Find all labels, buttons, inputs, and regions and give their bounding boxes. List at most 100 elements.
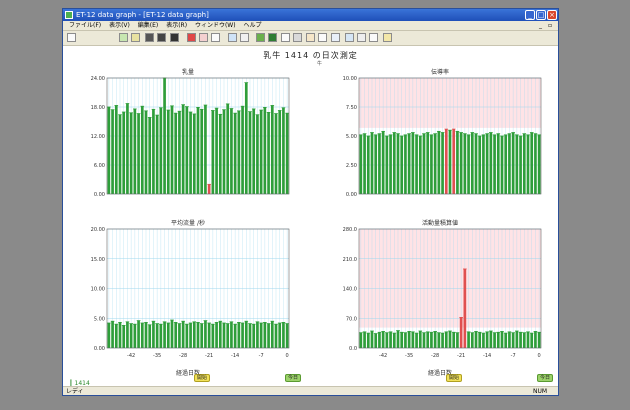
bar xyxy=(508,133,511,194)
bar xyxy=(118,322,122,348)
doc-icon[interactable] xyxy=(345,33,354,42)
close-button[interactable]: × xyxy=(547,10,557,20)
bar xyxy=(437,332,441,348)
open-icon[interactable] xyxy=(119,33,128,42)
today-marker-right[interactable]: 今日 xyxy=(537,374,554,382)
cow-icon[interactable] xyxy=(256,33,265,42)
doc2-icon[interactable] xyxy=(357,33,366,42)
bar xyxy=(114,105,118,194)
menu-file[interactable]: ファイル(F) xyxy=(69,21,101,30)
bar xyxy=(418,331,422,348)
bar xyxy=(129,112,133,194)
bar xyxy=(366,136,370,194)
y-tick-label: 0.00 xyxy=(346,192,357,198)
mdi-minimize-icon[interactable]: _ xyxy=(539,21,542,30)
bar xyxy=(189,112,192,194)
bar xyxy=(170,320,174,348)
y-tick-label: 10.00 xyxy=(343,76,357,82)
pen-icon[interactable] xyxy=(281,33,290,42)
bar xyxy=(282,322,285,348)
x-axis-label-left: 経過日数 xyxy=(175,370,200,377)
save-icon[interactable] xyxy=(145,33,154,42)
maximize-button[interactable]: □ xyxy=(536,10,546,20)
bar xyxy=(530,333,534,348)
bar xyxy=(400,332,404,348)
bar xyxy=(237,110,241,194)
bar xyxy=(359,134,363,194)
bar xyxy=(241,106,244,194)
bar xyxy=(381,131,385,194)
menu-view[interactable]: 表示(V) xyxy=(109,21,130,30)
calendar-icon[interactable] xyxy=(331,33,340,42)
bar xyxy=(511,332,515,348)
bar xyxy=(252,108,256,194)
bar xyxy=(118,114,122,194)
bar xyxy=(463,133,467,194)
flag-icon[interactable] xyxy=(187,33,196,42)
status-left: レディ xyxy=(66,388,84,395)
bar xyxy=(148,324,152,348)
bar xyxy=(415,333,418,348)
bar xyxy=(452,129,456,194)
copy-icon[interactable] xyxy=(369,33,378,42)
bar xyxy=(430,134,433,194)
menu-display[interactable]: 表示(R) xyxy=(166,21,187,30)
help-icon[interactable] xyxy=(383,33,392,42)
bar xyxy=(252,324,256,348)
print-icon[interactable] xyxy=(170,33,179,42)
x-tick-label: -7 xyxy=(511,353,516,359)
bar xyxy=(274,113,278,194)
y-tick-label: 5.00 xyxy=(94,316,105,322)
grid-chart-icon[interactable] xyxy=(240,33,249,42)
bar xyxy=(263,322,267,348)
chart-title-activity: 活動量積算値 xyxy=(421,220,458,227)
bar xyxy=(500,331,504,348)
menu-window[interactable]: ウィンドウ(W) xyxy=(195,21,236,30)
title-bar: ET-12 data graph - [ET-12 data graph] _ … xyxy=(63,9,558,21)
bar xyxy=(456,332,459,348)
bar xyxy=(392,132,396,194)
y-tick-label: 70.0 xyxy=(346,316,357,322)
bar xyxy=(437,131,441,194)
today-marker-left[interactable]: 今日 xyxy=(285,374,302,382)
home-icon[interactable] xyxy=(306,33,315,42)
tag-icon[interactable] xyxy=(268,33,277,42)
mdi-close-icon[interactable]: × xyxy=(557,21,558,30)
bar xyxy=(204,105,207,194)
star-icon[interactable] xyxy=(318,33,327,42)
menu-edit[interactable]: 編集(E) xyxy=(138,21,158,30)
bar xyxy=(526,331,530,348)
minimize-button[interactable]: _ xyxy=(525,10,535,20)
bar xyxy=(111,321,114,348)
status-bar: レディ NUM xyxy=(63,386,558,395)
bar xyxy=(248,323,252,348)
bar xyxy=(489,331,493,348)
bar xyxy=(526,134,530,194)
bar xyxy=(226,103,230,194)
event-marker-right[interactable]: 開始 xyxy=(446,374,463,382)
x-tick-label: -21 xyxy=(205,353,213,359)
x-tick-label: -35 xyxy=(153,353,161,359)
x-tick-label: -14 xyxy=(483,353,491,359)
event-marker-left[interactable]: 開始 xyxy=(194,374,211,382)
bar-chart-icon[interactable] xyxy=(228,33,237,42)
bar xyxy=(140,106,144,194)
ruler-icon[interactable] xyxy=(211,33,220,42)
undo-icon[interactable] xyxy=(199,33,208,42)
bar xyxy=(381,331,385,348)
bar xyxy=(222,109,226,194)
bar xyxy=(537,332,541,348)
disk-icon[interactable] xyxy=(157,33,166,42)
menu-help[interactable]: ヘルプ xyxy=(244,21,262,30)
folder-icon[interactable] xyxy=(131,33,140,42)
bar xyxy=(133,108,137,194)
table-icon[interactable] xyxy=(293,33,302,42)
bar xyxy=(200,323,204,348)
bar xyxy=(522,332,526,348)
x-tick-label: -14 xyxy=(231,353,239,359)
bar xyxy=(163,78,166,194)
toolbar xyxy=(63,31,558,46)
y-tick-label: 10.00 xyxy=(91,287,105,293)
mdi-restore-icon[interactable]: ▫ xyxy=(548,21,552,30)
activity-chart: 0.0 70.0 140.0 210.0 280.0 -42 -35 -28 -21 -14 -7 0 xyxy=(343,227,542,359)
